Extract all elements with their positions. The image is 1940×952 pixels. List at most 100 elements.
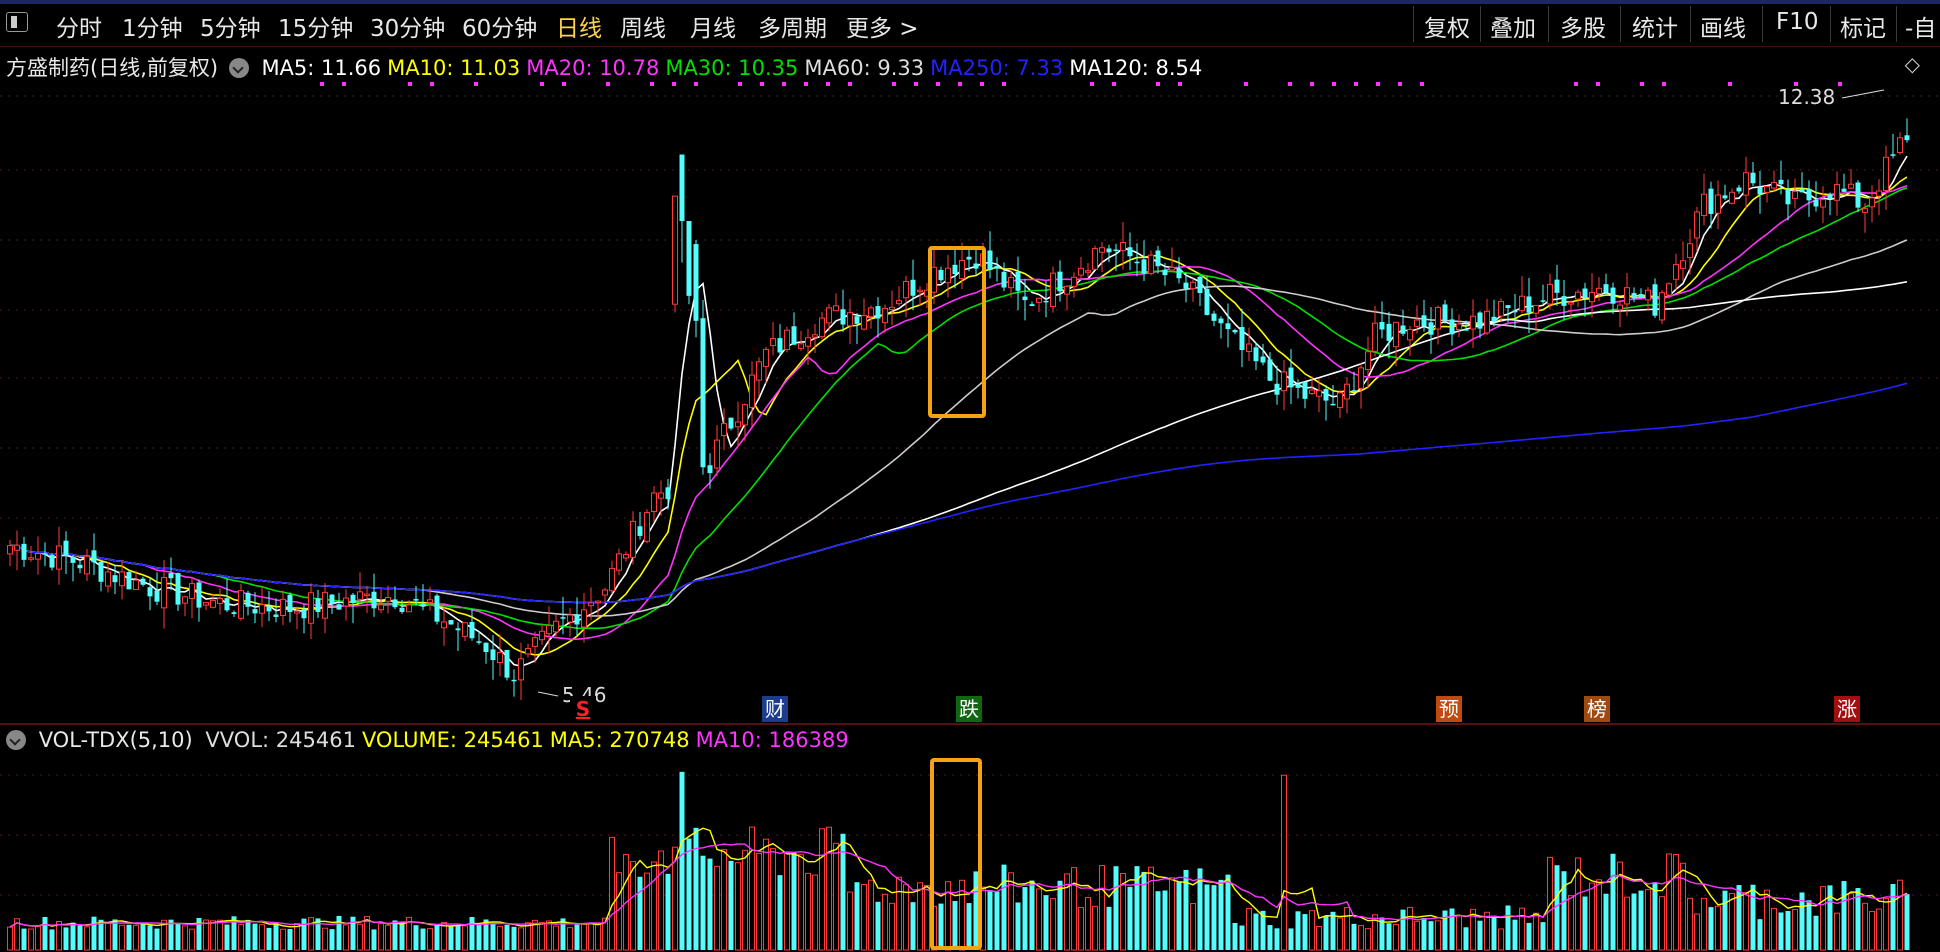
volume-bar bbox=[707, 858, 713, 950]
volume-bar bbox=[637, 876, 643, 950]
candle-body bbox=[413, 598, 419, 601]
volume-bar bbox=[175, 923, 181, 950]
candle bbox=[1001, 262, 1007, 292]
candle-body bbox=[49, 554, 55, 568]
volume-bar bbox=[553, 925, 559, 951]
candle-body bbox=[1029, 304, 1035, 306]
candle-body bbox=[434, 595, 440, 622]
volume-bar bbox=[1645, 889, 1651, 951]
tab-3[interactable]: 15分钟 bbox=[278, 9, 353, 43]
candle-body bbox=[1673, 264, 1679, 280]
candle bbox=[714, 425, 720, 477]
candle-body bbox=[560, 617, 566, 619]
tool-button-7[interactable]: -自 bbox=[1905, 9, 1936, 43]
volume-bar bbox=[1113, 866, 1119, 950]
candle bbox=[1897, 132, 1903, 155]
event-marker-1[interactable]: 财 bbox=[762, 696, 788, 722]
candle bbox=[1722, 184, 1728, 200]
candle-body bbox=[1057, 271, 1063, 292]
candle-body bbox=[679, 154, 685, 222]
volume-bar bbox=[434, 924, 440, 950]
candle bbox=[1841, 173, 1847, 193]
volume-bar bbox=[238, 923, 244, 951]
candle bbox=[98, 560, 104, 592]
tab-6[interactable]: 日线 bbox=[556, 9, 602, 43]
candle-body bbox=[273, 614, 279, 617]
volume-bar bbox=[1540, 922, 1546, 950]
volume-bar bbox=[756, 852, 762, 951]
volume-bar bbox=[322, 927, 328, 951]
tool-button-4[interactable]: 画线 bbox=[1700, 9, 1746, 43]
event-marker-2[interactable]: 跌 bbox=[956, 696, 982, 722]
candle-body bbox=[476, 641, 482, 643]
candle-body bbox=[987, 250, 993, 270]
tool-button-1[interactable]: 叠加 bbox=[1490, 9, 1536, 43]
candle-body bbox=[189, 583, 195, 599]
candle-body bbox=[77, 564, 83, 569]
candle bbox=[1645, 287, 1651, 311]
tab-9[interactable]: 多周期 bbox=[758, 9, 827, 43]
candle bbox=[308, 583, 314, 639]
signal-dot bbox=[1640, 82, 1644, 86]
candle-body bbox=[791, 326, 797, 345]
candle bbox=[1806, 180, 1812, 217]
candle-body bbox=[735, 421, 741, 428]
tool-button-6[interactable]: 标记 bbox=[1840, 9, 1886, 43]
chevron-down-icon[interactable] bbox=[6, 730, 26, 750]
tab-5[interactable]: 60分钟 bbox=[462, 9, 537, 43]
volume-bar bbox=[595, 923, 601, 951]
candle-body bbox=[1449, 319, 1455, 335]
signal-dot bbox=[738, 82, 742, 86]
signal-dot bbox=[1002, 82, 1006, 86]
tool-button-0[interactable]: 复权 bbox=[1424, 9, 1470, 43]
candle bbox=[791, 312, 797, 345]
tab-8[interactable]: 月线 bbox=[690, 9, 736, 43]
candle bbox=[280, 590, 286, 626]
volume-bar bbox=[588, 922, 594, 951]
volume-bar bbox=[777, 875, 783, 950]
tab-4[interactable]: 30分钟 bbox=[370, 9, 445, 43]
volume-bar bbox=[1890, 884, 1896, 950]
candle-body bbox=[1309, 389, 1315, 394]
candle-body bbox=[112, 575, 118, 583]
volume-bar bbox=[1603, 893, 1609, 950]
tool-button-5[interactable]: F10 bbox=[1776, 9, 1819, 35]
candle-body bbox=[1470, 315, 1476, 330]
candle-body bbox=[1225, 323, 1231, 330]
event-marker-0[interactable]: S bbox=[570, 696, 596, 722]
panel-toggle-button[interactable] bbox=[6, 12, 28, 32]
volume-bar bbox=[1071, 867, 1077, 951]
tab-2[interactable]: 5分钟 bbox=[200, 9, 261, 43]
candle-body bbox=[35, 553, 41, 560]
tool-button-2[interactable]: 多股 bbox=[1560, 9, 1606, 43]
volume-bar bbox=[567, 927, 573, 951]
candle bbox=[469, 609, 475, 641]
event-marker-5[interactable]: 涨 bbox=[1834, 696, 1860, 722]
candle-body bbox=[1610, 287, 1616, 304]
candle-body bbox=[1372, 322, 1378, 352]
event-marker-3[interactable]: 预 bbox=[1436, 696, 1462, 722]
tool-button-3[interactable]: 统计 bbox=[1632, 9, 1678, 43]
event-marker-4[interactable]: 榜 bbox=[1584, 696, 1610, 722]
candle-body bbox=[1715, 194, 1721, 214]
signal-dot bbox=[650, 82, 654, 86]
volume-bar bbox=[1358, 925, 1364, 951]
candle-body bbox=[693, 244, 699, 321]
volume-bar bbox=[1708, 907, 1714, 950]
tab-0[interactable]: 分时 bbox=[56, 9, 102, 43]
candle bbox=[392, 586, 398, 610]
volume-bar bbox=[1477, 920, 1483, 950]
candle-body bbox=[749, 374, 755, 408]
candle-body bbox=[98, 561, 104, 582]
candle-body bbox=[1092, 248, 1098, 270]
tab-1[interactable]: 1分钟 bbox=[122, 9, 183, 43]
volume-bar bbox=[630, 861, 636, 951]
candle bbox=[1547, 273, 1553, 310]
candle bbox=[861, 298, 867, 331]
toolbar-separator bbox=[1690, 6, 1691, 42]
tab-7[interactable]: 周线 bbox=[620, 9, 666, 43]
tab-10[interactable]: 更多 > bbox=[846, 9, 919, 43]
candle bbox=[1827, 192, 1833, 216]
candle bbox=[854, 313, 860, 345]
volume-bar bbox=[210, 920, 216, 951]
